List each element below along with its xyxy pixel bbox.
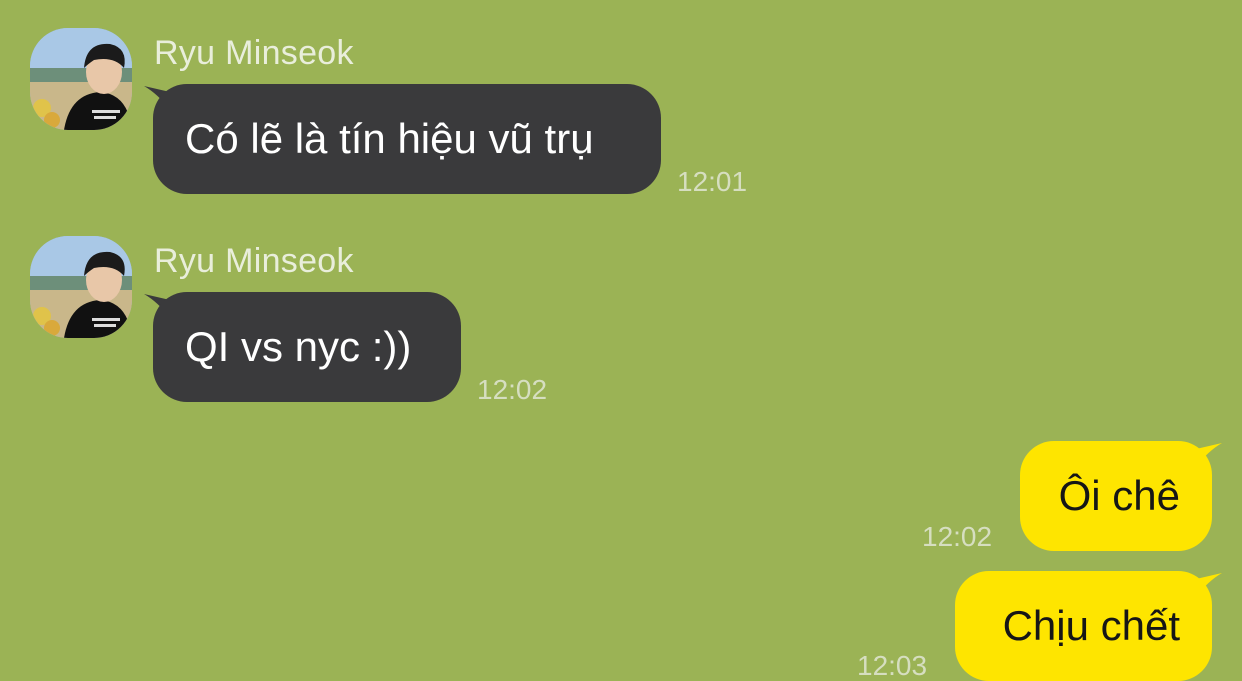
profile-photo-icon bbox=[30, 236, 132, 338]
bubble-tail bbox=[1196, 443, 1222, 467]
message-bubble-outgoing[interactable]: Ôi chê bbox=[1020, 441, 1212, 551]
message-timestamp: 12:01 bbox=[677, 166, 748, 197]
sender-name: Ryu Minseok bbox=[154, 34, 354, 72]
message-bubble-incoming[interactable]: Có lẽ là tín hiệu vũ trụ bbox=[153, 84, 661, 194]
message-bubble-outgoing[interactable]: Chịu chết bbox=[955, 571, 1212, 681]
sender-name: Ryu Minseok bbox=[154, 242, 354, 280]
bubble-tail bbox=[1196, 573, 1222, 597]
sender-avatar-2[interactable] bbox=[30, 236, 132, 338]
message-timestamp: 12:03 bbox=[857, 650, 928, 681]
profile-photo-icon bbox=[30, 28, 132, 130]
sender-avatar-1[interactable] bbox=[30, 28, 132, 130]
message-timestamp: 12:02 bbox=[477, 374, 548, 405]
message-bubble-incoming[interactable]: QI vs nyc :)) bbox=[153, 292, 461, 402]
chat-message-area[interactable]: Ryu Minseok Có lẽ là tín hiệu vũ trụ 12:… bbox=[0, 0, 1242, 681]
message-timestamp: 12:02 bbox=[922, 521, 993, 552]
